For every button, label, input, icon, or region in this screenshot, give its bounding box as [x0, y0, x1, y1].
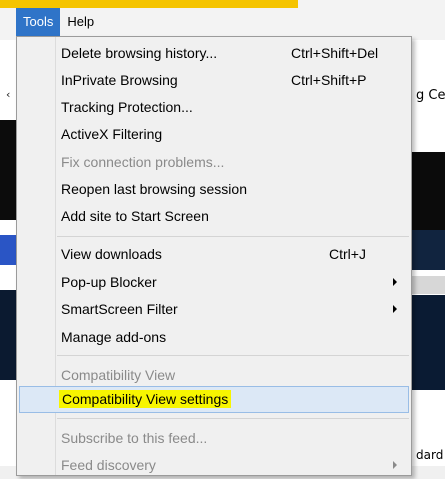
menu-item-subscribe-to-feed: Subscribe to this feed... [19, 425, 409, 452]
menu-item-manage-add-ons[interactable]: Manage add-ons [19, 324, 409, 351]
page-content-left: ‹ [0, 40, 16, 466]
page-bar [412, 276, 445, 294]
menu-item-shortcut: Ctrl+J [329, 246, 366, 262]
menu-item-shortcut: Ctrl+Shift+Del [291, 45, 379, 61]
menu-item-view-downloads[interactable]: View downloads Ctrl+J [19, 241, 409, 268]
menu-item-reopen-last-session[interactable]: Reopen last browsing session [19, 176, 409, 203]
menu-tools[interactable]: Tools [16, 8, 61, 36]
page-image-dark [412, 295, 445, 390]
submenu-arrow-icon [393, 305, 397, 313]
menu-item-label: Reopen last browsing session [61, 181, 247, 197]
menu-bar: Tools Help [0, 8, 298, 36]
menu-item-add-site-to-start[interactable]: Add site to Start Screen [19, 203, 409, 230]
page-content-right: g Cer dard [412, 40, 445, 466]
menu-separator [57, 236, 409, 237]
page-image-dark [0, 290, 16, 380]
menu-item-label: Manage add-ons [61, 329, 167, 345]
tools-dropdown-menu: Delete browsing history... Ctrl+Shift+De… [16, 36, 412, 476]
menu-item-label: Feed discovery [61, 457, 156, 473]
menu-item-smartscreen-filter[interactable]: SmartScreen Filter [19, 296, 409, 323]
menu-item-label: ActiveX Filtering [61, 126, 163, 142]
menu-item-label: InPrivate Browsing [61, 72, 178, 88]
menu-item-label: Delete browsing history... [61, 45, 218, 61]
menu-separator [57, 355, 409, 356]
submenu-arrow-icon [393, 461, 397, 469]
menu-item-label: Fix connection problems... [61, 154, 225, 170]
menu-help[interactable]: Help [60, 8, 101, 36]
page-image-blue [412, 230, 445, 270]
menu-item-shortcut: Ctrl+Shift+P [291, 72, 367, 88]
page-image-blue [0, 235, 16, 265]
page-image-dark [412, 152, 445, 230]
menu-item-label: Add site to Start Screen [61, 208, 209, 224]
menu-item-compatibility-view-settings[interactable]: Compatibility View settings [19, 386, 409, 413]
menu-item-label: Compatibility View settings [59, 390, 232, 408]
menu-item-delete-browsing-history[interactable]: Delete browsing history... Ctrl+Shift+De… [19, 40, 409, 67]
menu-item-label: Tracking Protection... [61, 99, 193, 115]
menu-item-popup-blocker[interactable]: Pop-up Blocker [19, 269, 409, 296]
menu-item-label: Compatibility View [61, 367, 176, 383]
page-peek-text: g Cer [416, 88, 445, 103]
menu-item-label: Pop-up Blocker [61, 274, 157, 290]
submenu-arrow-icon [393, 278, 397, 286]
page-image-dark [0, 120, 16, 220]
menu-item-tracking-protection[interactable]: Tracking Protection... [19, 94, 409, 121]
menu-item-label: View downloads [61, 246, 162, 262]
page-bottom-text: dard [416, 448, 444, 462]
menu-item-activex-filtering[interactable]: ActiveX Filtering [19, 121, 409, 148]
menu-item-label: Subscribe to this feed... [61, 430, 208, 446]
chevron-icon: ‹ [6, 88, 11, 101]
menu-item-label: SmartScreen Filter [61, 301, 178, 317]
menu-separator [57, 418, 409, 419]
window-accent-strip [0, 0, 298, 8]
menu-item-compatibility-view: Compatibility View [19, 362, 409, 389]
menu-item-fix-connection-problems: Fix connection problems... [19, 149, 409, 176]
menu-item-inprivate-browsing[interactable]: InPrivate Browsing Ctrl+Shift+P [19, 67, 409, 94]
